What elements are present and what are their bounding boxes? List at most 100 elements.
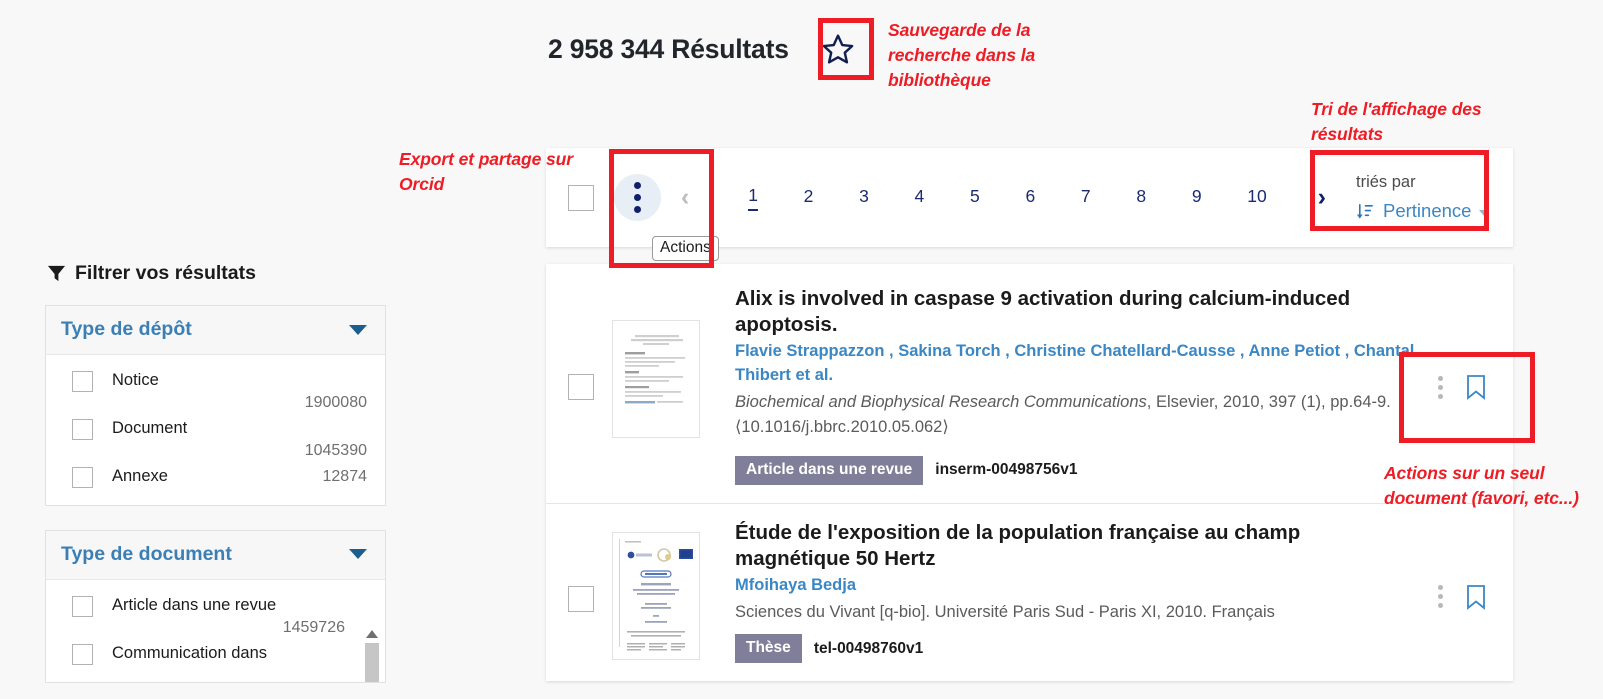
- pagination-page-2[interactable]: 2: [804, 186, 814, 210]
- results-column: ‹ 1 2 3 4 5 6 7 8 9 10 › triés par Perti…: [546, 148, 1513, 682]
- facet-body: Notice 1900080 Document 1045390 Annexe 1…: [46, 355, 385, 505]
- scrollbar-thumb[interactable]: [364, 642, 379, 682]
- pagination-page-3[interactable]: 3: [859, 186, 869, 210]
- result-more-actions-button[interactable]: [1438, 375, 1443, 399]
- result-meta: Thèse tel-00498760v1: [735, 634, 1420, 664]
- results-list: Alix is involved in caspase 9 activation…: [546, 264, 1513, 682]
- three-dots-vertical-icon: [1438, 603, 1443, 609]
- result-source: Biochemical and Biophysical Research Com…: [735, 390, 1420, 439]
- results-header: 2 958 344 Résultats: [548, 28, 861, 70]
- document-preview-icon: [613, 321, 699, 437]
- facet-option-count: 1045390: [304, 441, 367, 459]
- facet-option-label: Communication dans: [112, 643, 267, 662]
- pagination-page-4[interactable]: 4: [915, 186, 925, 210]
- result-checkbox[interactable]: [568, 585, 594, 612]
- facet-checkbox[interactable]: [72, 467, 93, 489]
- facet-title: Type de dépôt: [61, 318, 192, 340]
- funnel-icon: [47, 265, 66, 282]
- pagination-prev-button[interactable]: ‹: [675, 185, 695, 210]
- chevron-down-icon[interactable]: [349, 549, 367, 560]
- result-item: Alix is involved in caspase 9 activation…: [546, 264, 1513, 504]
- pagination-page-6[interactable]: 6: [1025, 186, 1035, 210]
- result-identifier: tel-00498760v1: [813, 639, 924, 657]
- sort-control: triés par Pertinence: [1332, 173, 1513, 222]
- facet-card-type-de-document: Type de document Article dans une revue …: [45, 529, 386, 683]
- sort-dropdown[interactable]: Pertinence: [1356, 200, 1490, 222]
- chevron-down-icon[interactable]: [349, 324, 367, 335]
- pagination-next-button[interactable]: ›: [1312, 185, 1332, 210]
- result-title[interactable]: Étude de l'exposition de la population f…: [735, 520, 1420, 572]
- facet-option-notice[interactable]: Notice 1900080: [72, 369, 371, 415]
- facet-option-annexe[interactable]: Annexe 12874: [72, 465, 371, 489]
- results-toolbar: ‹ 1 2 3 4 5 6 7 8 9 10 › triés par Perti…: [546, 148, 1513, 247]
- annotation-label-sort-results: Tri de l'affichage des résultats: [1311, 99, 1482, 144]
- pagination-page-10[interactable]: 10: [1247, 186, 1266, 210]
- facet-checkbox[interactable]: [72, 643, 93, 665]
- pagination-page-9[interactable]: 9: [1192, 186, 1202, 210]
- facet-option-label: Notice: [112, 371, 159, 389]
- facet-card-type-de-depot: Type de dépôt Notice 1900080 Document 10…: [45, 305, 386, 506]
- result-authors[interactable]: Flavie Strappazzon , Sakina Torch , Chri…: [735, 340, 1420, 388]
- result-checkbox[interactable]: [568, 374, 594, 400]
- document-preview-icon: [613, 532, 699, 659]
- facet-scrollbar[interactable]: [364, 629, 379, 682]
- bookmark-icon[interactable]: [1465, 584, 1487, 610]
- result-title[interactable]: Alix is involved in caspase 9 activation…: [735, 286, 1420, 338]
- sort-descending-icon: [1356, 203, 1373, 219]
- facet-checkbox[interactable]: [72, 418, 93, 440]
- result-source-details: Sciences du Vivant [q-bio]. Université P…: [735, 603, 1275, 622]
- three-dots-vertical-icon: [634, 206, 641, 213]
- result-authors[interactable]: Mfoihaya Bedja: [735, 574, 1420, 598]
- facet-checkbox[interactable]: [72, 595, 93, 617]
- facet-checkbox[interactable]: [72, 371, 93, 392]
- annotation-label-save-search: Sauvegarde de la recherche dans la bibli…: [888, 20, 1036, 90]
- result-thumbnail[interactable]: [612, 320, 700, 438]
- facet-option-communication-dans[interactable]: Communication dans: [72, 642, 349, 666]
- annotation-label-export-orcid: Export et partage sur Orcid: [399, 149, 573, 194]
- pagination-page-1[interactable]: 1: [748, 185, 758, 211]
- result-body: Étude de l'exposition de la population f…: [700, 520, 1438, 664]
- result-more-actions-button[interactable]: [1438, 585, 1443, 609]
- result-item: Étude de l'exposition de la population f…: [546, 503, 1513, 682]
- facet-option-label: Annexe: [112, 466, 168, 485]
- star-icon: [822, 34, 854, 64]
- pagination-page-5[interactable]: 5: [970, 186, 980, 210]
- facet-header-type-de-depot[interactable]: Type de dépôt: [46, 306, 385, 355]
- result-actions: [1438, 584, 1493, 610]
- pagination-numbers: 1 2 3 4 5 6 7 8 9 10: [695, 185, 1311, 211]
- filters-sidebar: Filtrer vos résultats Type de dépôt Noti…: [45, 262, 386, 699]
- three-dots-vertical-icon: [1438, 393, 1443, 399]
- three-dots-vertical-icon: [1438, 384, 1443, 390]
- facet-option-count: 12874: [322, 467, 368, 485]
- facet-option-article-dans-une-revue[interactable]: Article dans une revue 1459726: [72, 594, 349, 640]
- results-count: 2 958 344 Résultats: [548, 33, 789, 64]
- save-search-button[interactable]: [815, 28, 861, 70]
- bulk-actions-button[interactable]: [614, 174, 661, 221]
- facet-option-count: 1459726: [282, 618, 345, 636]
- three-dots-vertical-icon: [1438, 375, 1443, 381]
- pagination-page-8[interactable]: 8: [1136, 186, 1146, 210]
- facet-option-label: Document: [112, 418, 188, 437]
- chevron-down-icon[interactable]: [1479, 209, 1490, 216]
- actions-tooltip: Actions: [652, 236, 719, 261]
- sort-label: triés par: [1356, 173, 1416, 191]
- annotation-label-single-doc-actions: Actions sur un seul document (favori, et…: [1384, 463, 1579, 508]
- chevron-up-icon[interactable]: [365, 629, 378, 638]
- pagination: ‹ 1 2 3 4 5 6 7 8 9 10 ›: [675, 185, 1332, 211]
- result-thumbnail[interactable]: [612, 531, 700, 660]
- three-dots-vertical-icon: [634, 194, 641, 201]
- bookmark-icon[interactable]: [1465, 374, 1487, 400]
- three-dots-vertical-icon: [634, 182, 641, 189]
- result-type-badge: Article dans une revue: [735, 455, 924, 485]
- filter-heading: Filtrer vos résultats: [45, 262, 386, 285]
- three-dots-vertical-icon: [1438, 594, 1443, 600]
- result-type-badge: Thèse: [735, 634, 802, 664]
- result-body: Alix is involved in caspase 9 activation…: [700, 286, 1438, 485]
- sort-value: Pertinence: [1383, 200, 1472, 221]
- facet-header-type-de-document[interactable]: Type de document: [46, 530, 385, 580]
- pagination-page-7[interactable]: 7: [1081, 186, 1091, 210]
- facet-option-count: 1900080: [304, 393, 367, 411]
- facet-option-document[interactable]: Document 1045390: [72, 417, 371, 463]
- facet-body: Article dans une revue 1459726 Communica…: [46, 580, 385, 682]
- result-source: Sciences du Vivant [q-bio]. Université P…: [735, 600, 1420, 624]
